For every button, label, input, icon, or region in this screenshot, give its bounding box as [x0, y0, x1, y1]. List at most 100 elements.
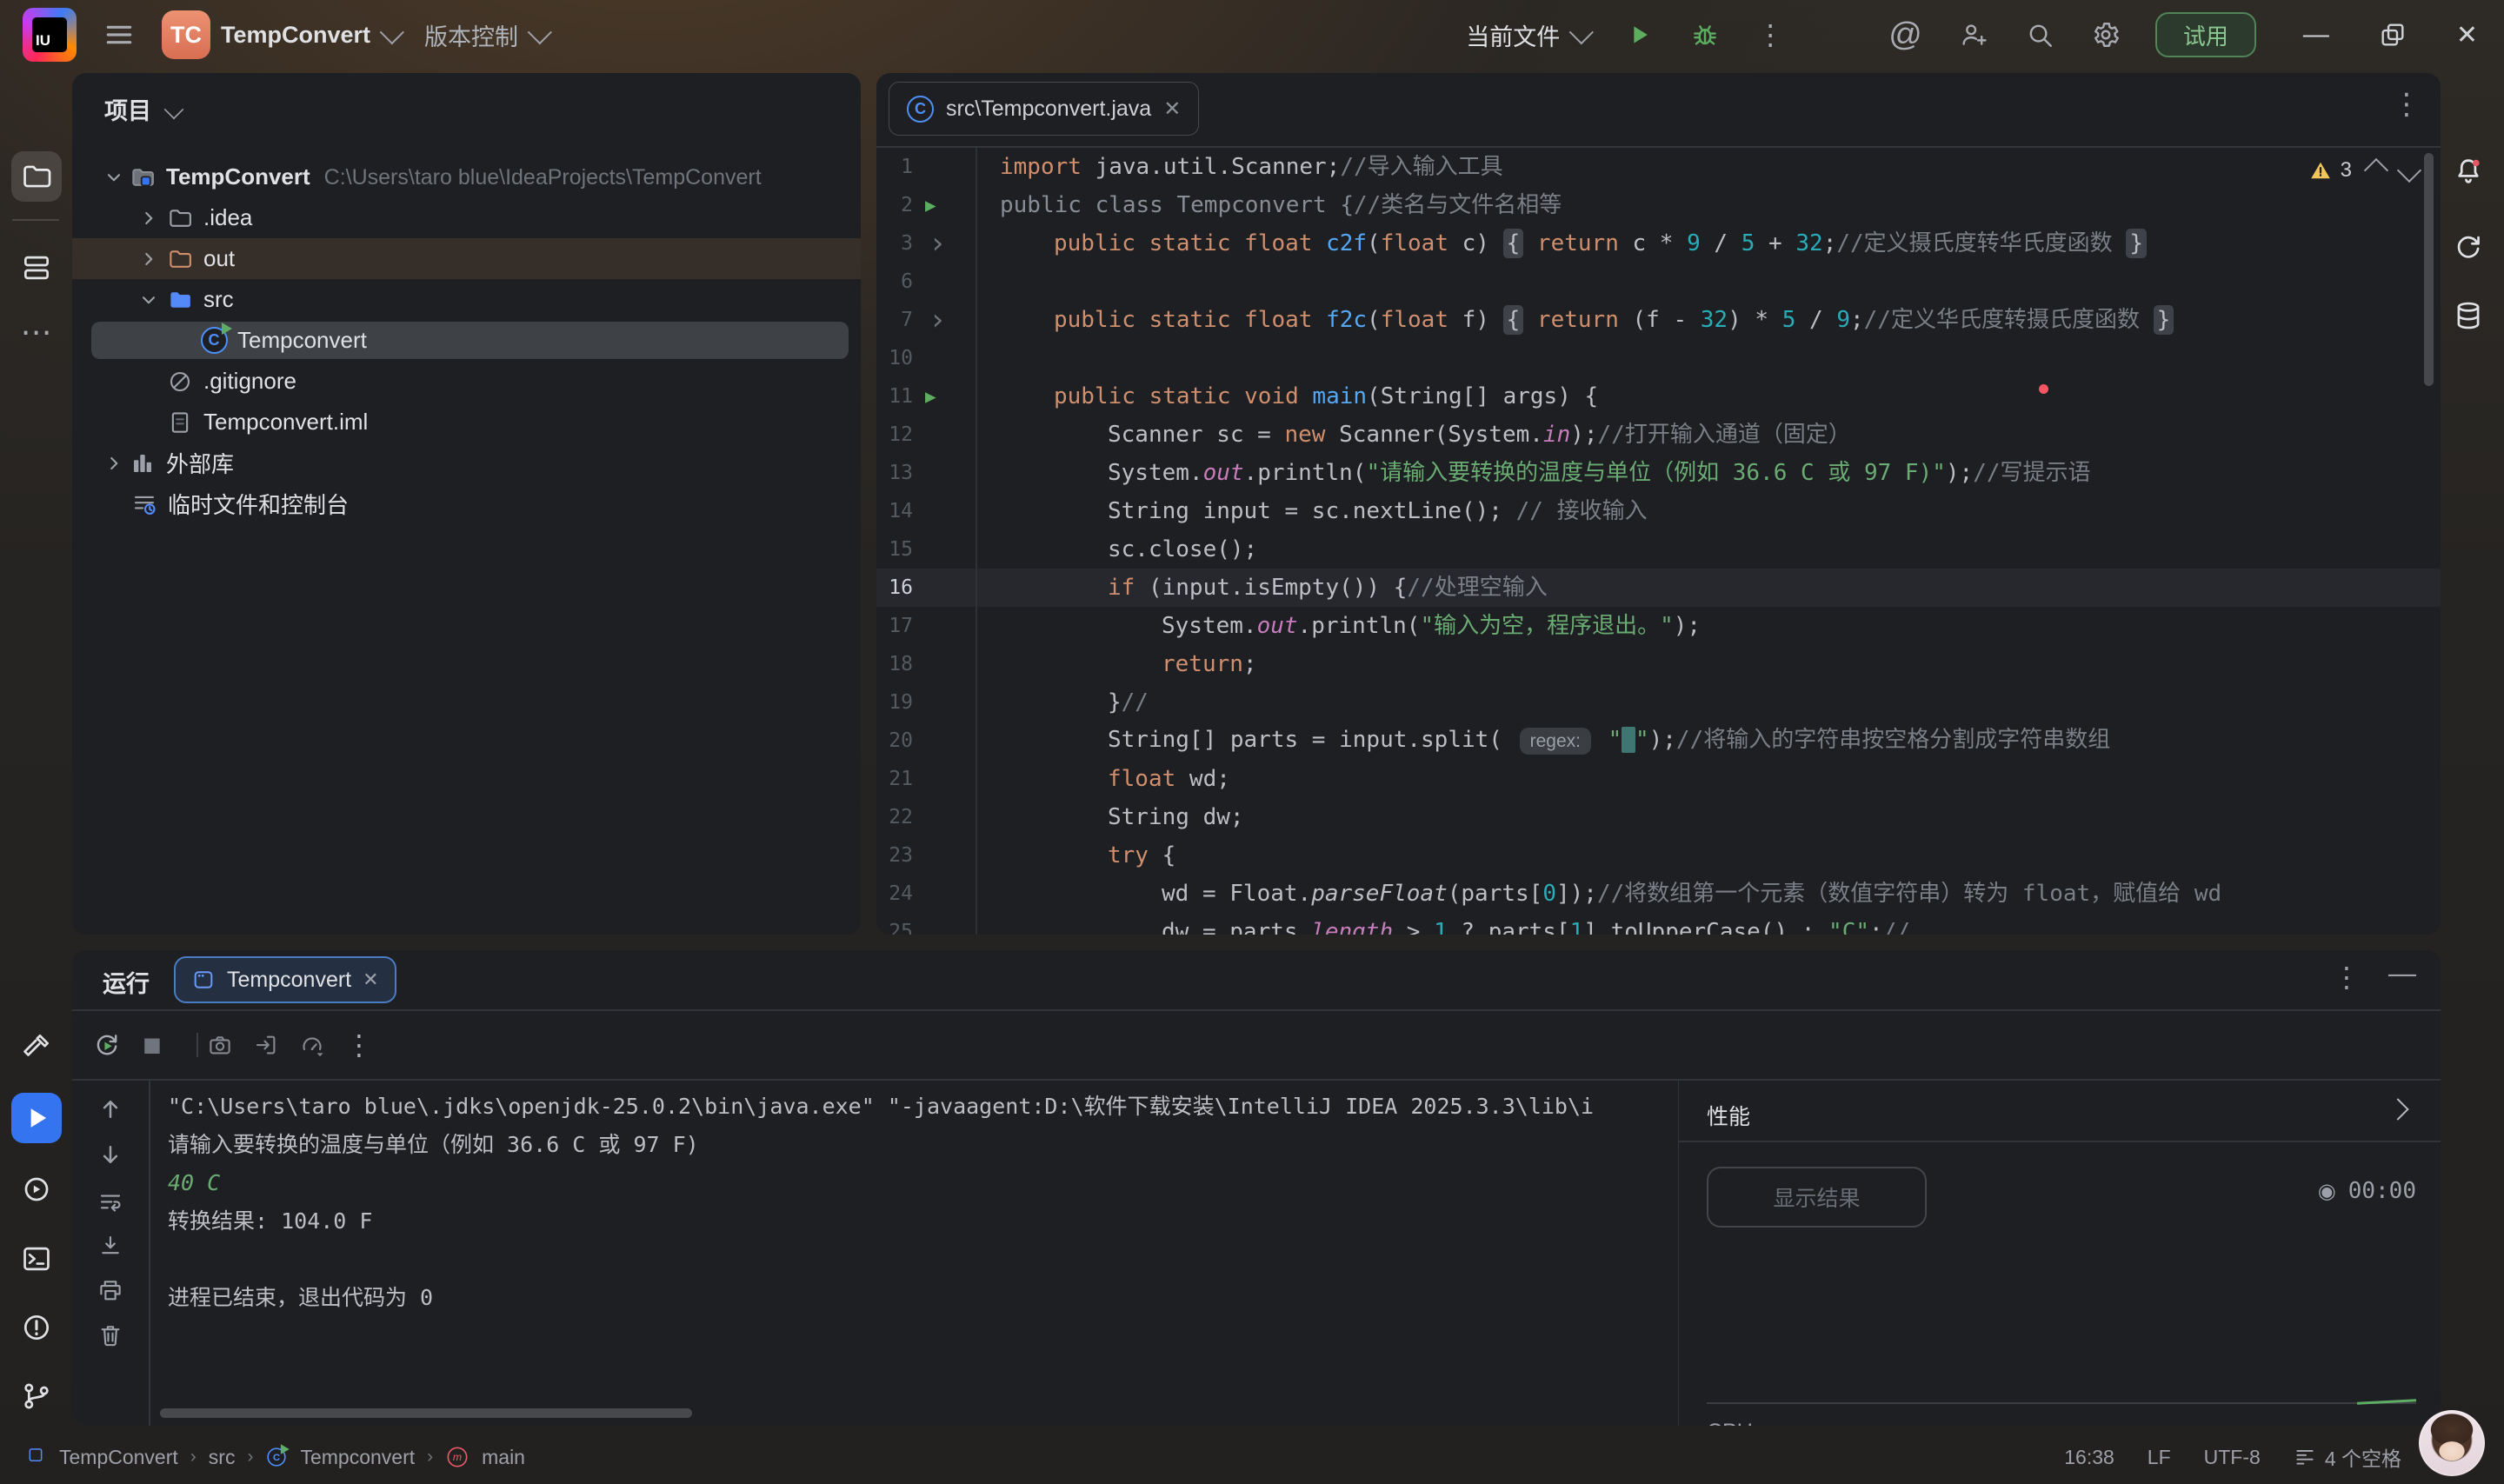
- tree-row-gitignore[interactable]: .gitignore: [72, 361, 861, 402]
- add-user-icon[interactable]: [1959, 20, 1988, 50]
- vcs-widget[interactable]: 版本控制: [424, 18, 546, 52]
- editor-scrollbar[interactable]: [2424, 153, 2434, 386]
- code-line-7[interactable]: 7›public static float f2c(float f) { ret…: [876, 301, 2441, 339]
- debug-button[interactable]: [1690, 20, 1720, 50]
- terminal-tool-icon[interactable]: [11, 1234, 62, 1284]
- code-line-16[interactable]: 16if (input.isEmpty()) {//处理空输入: [876, 569, 2441, 607]
- code-line-12[interactable]: 12Scanner sc = new Scanner(System.in);//…: [876, 416, 2441, 454]
- code-line-1[interactable]: 1import java.util.Scanner;//导入输入工具: [876, 148, 2441, 186]
- camera-icon[interactable]: [207, 1032, 233, 1058]
- ai-assistant-icon[interactable]: @: [1888, 18, 1922, 51]
- tree-row-tempconvertiml[interactable]: Tempconvert.iml: [72, 402, 861, 443]
- close-run-tab-icon[interactable]: ✕: [363, 968, 378, 991]
- tree-row-tempconvert[interactable]: TempConvertC:\Users\taro blue\IdeaProjec…: [72, 156, 861, 197]
- import-console-icon[interactable]: [253, 1032, 279, 1058]
- stop-icon[interactable]: ■: [143, 1029, 162, 1061]
- tree-expand-icon[interactable]: [137, 207, 160, 230]
- run-line-icon[interactable]: ▶: [925, 186, 936, 224]
- code-line-15[interactable]: 15sc.close();: [876, 530, 2441, 569]
- trial-button[interactable]: 试用: [2155, 12, 2256, 57]
- code-line-17[interactable]: 17System.out.println("输入为空，程序退出。");: [876, 607, 2441, 645]
- notifications-icon[interactable]: [2443, 146, 2494, 196]
- scroll-end-icon[interactable]: [90, 1225, 131, 1267]
- code-line-3[interactable]: 3›public static float c2f(float c) { ret…: [876, 224, 2441, 263]
- tree-row-[interactable]: 临时文件和控制台: [72, 483, 861, 524]
- fold-icon[interactable]: ›: [929, 229, 946, 258]
- git-tool-icon[interactable]: [11, 1371, 62, 1421]
- database-icon[interactable]: [2443, 290, 2494, 341]
- horizontal-scrollbar[interactable]: [160, 1408, 692, 1418]
- tree-row-idea[interactable]: .idea: [72, 197, 861, 238]
- code-line-18[interactable]: 18return;: [876, 645, 2441, 683]
- editor-tab[interactable]: C src\Tempconvert.java ✕: [889, 82, 1199, 136]
- indent-widget[interactable]: 4 个空格: [2294, 1442, 2401, 1472]
- breadcrumb-item[interactable]: main: [482, 1446, 525, 1469]
- more-tools-icon[interactable]: ⋯: [11, 307, 62, 357]
- breadcrumbs[interactable]: TempConvert›src›CTempconvert›mmain: [24, 1430, 525, 1484]
- tree-row-out[interactable]: out: [72, 238, 861, 279]
- project-view-selector[interactable]: 项目: [104, 92, 183, 126]
- build-tool-icon[interactable]: [11, 1021, 62, 1072]
- more-vertical-icon[interactable]: ⋮: [345, 1031, 373, 1059]
- code-line-20[interactable]: 20String[] parts = input.split( regex: "…: [876, 722, 2441, 760]
- hide-panel-icon[interactable]: —: [2388, 957, 2416, 989]
- code-line-14[interactable]: 14String input = sc.nextLine(); // 接收输入: [876, 492, 2441, 530]
- more-actions-icon[interactable]: ⋮: [1756, 21, 1784, 49]
- restore-window-icon[interactable]: [2378, 20, 2407, 50]
- search-icon[interactable]: [2025, 20, 2054, 50]
- console-output[interactable]: "C:\Users\taro blue\.jdks\openjdk-25.0.2…: [168, 1088, 1668, 1426]
- breadcrumb-item[interactable]: src: [209, 1446, 236, 1469]
- commit-tool-icon[interactable]: [11, 243, 62, 293]
- tree-row-[interactable]: 外部库: [72, 443, 861, 483]
- code-line-22[interactable]: 22String dw;: [876, 798, 2441, 836]
- settings-icon[interactable]: [2091, 20, 2121, 50]
- run-button[interactable]: [1624, 20, 1654, 50]
- tree-expand-icon[interactable]: [137, 248, 160, 270]
- run-tool-icon[interactable]: [11, 1093, 62, 1143]
- services-tool-icon[interactable]: [11, 1164, 62, 1214]
- arrow-up-icon[interactable]: [90, 1088, 131, 1130]
- print-icon[interactable]: [90, 1269, 131, 1311]
- tree-expand-icon[interactable]: [103, 452, 125, 475]
- project-widget[interactable]: TC TempConvert: [162, 10, 398, 59]
- show-results-button[interactable]: 显示结果: [1707, 1167, 1927, 1228]
- code-line-24[interactable]: 24wd = Float.parseFloat(parts[0]);//将数组第…: [876, 875, 2441, 913]
- clear-icon[interactable]: [90, 1314, 131, 1356]
- code-line-10[interactable]: 10: [876, 339, 2441, 377]
- encoding-widget[interactable]: UTF-8: [2204, 1446, 2261, 1469]
- rerun-icon[interactable]: [92, 1030, 122, 1060]
- soft-wrap-icon[interactable]: [90, 1181, 131, 1223]
- run-line-icon[interactable]: ▶: [925, 377, 936, 416]
- run-configuration-selector[interactable]: 当前文件: [1466, 18, 1588, 52]
- fold-icon[interactable]: ›: [929, 305, 946, 335]
- run-options-icon[interactable]: ⋮: [2333, 961, 2361, 994]
- ai-sync-icon[interactable]: [2443, 223, 2494, 273]
- run-tab[interactable]: Tempconvert ✕: [174, 956, 396, 1003]
- close-icon[interactable]: ✕: [2456, 20, 2478, 50]
- chevron-right-icon[interactable]: [2387, 1098, 2408, 1120]
- code-line-13[interactable]: 13System.out.println("请输入要转换的温度与单位（例如 36…: [876, 454, 2441, 492]
- line-ending-widget[interactable]: LF: [2148, 1446, 2171, 1469]
- gauge-icon[interactable]: [299, 1032, 325, 1058]
- user-avatar[interactable]: [2419, 1410, 2485, 1476]
- code-line-23[interactable]: 23try {: [876, 836, 2441, 875]
- code-line-19[interactable]: 19}//: [876, 683, 2441, 722]
- code-line-21[interactable]: 21float wd;: [876, 760, 2441, 798]
- problems-tool-icon[interactable]: [11, 1302, 62, 1353]
- minimize-icon[interactable]: —: [2303, 20, 2329, 50]
- code-line-2[interactable]: 2▶public class Tempconvert {//类名与文件名相等: [876, 186, 2441, 224]
- breadcrumb-item[interactable]: Tempconvert: [300, 1446, 415, 1469]
- main-menu-icon[interactable]: [103, 18, 136, 51]
- close-tab-icon[interactable]: ✕: [1163, 96, 1181, 122]
- code-line-6[interactable]: 6: [876, 263, 2441, 301]
- editor-options-icon[interactable]: ⋮: [2392, 87, 2421, 122]
- tree-row-src[interactable]: src: [72, 279, 861, 320]
- code-line-25[interactable]: 25dw = parts.length > 1 ? parts[1].toUpp…: [876, 913, 2441, 935]
- arrow-down-icon[interactable]: [90, 1134, 131, 1175]
- code-editor-area[interactable]: 1import java.util.Scanner;//导入输入工具2▶publ…: [876, 148, 2441, 935]
- tree-collapse-icon[interactable]: [137, 289, 160, 311]
- tree-row-tempconvert[interactable]: CTempconvert: [72, 320, 861, 361]
- breadcrumb-item[interactable]: TempConvert: [59, 1446, 178, 1469]
- code-line-11[interactable]: 11▶public static void main(String[] args…: [876, 377, 2441, 416]
- tree-collapse-icon[interactable]: [103, 166, 125, 189]
